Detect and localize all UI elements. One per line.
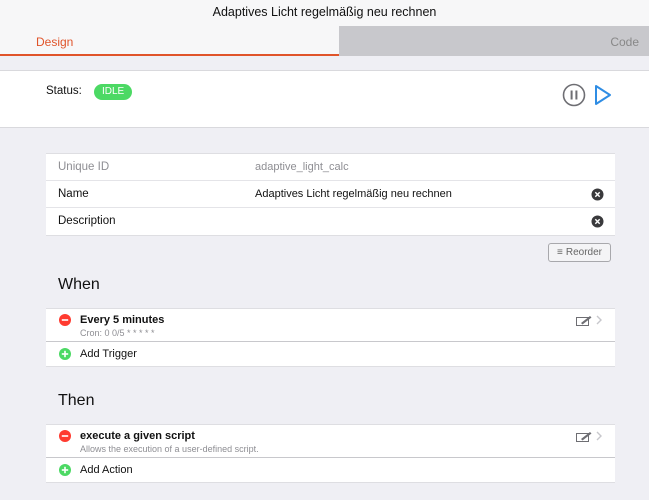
reorder-button[interactable]: ≡ Reorder	[548, 243, 611, 262]
edit-trigger-icon[interactable]	[576, 315, 592, 327]
action-item[interactable]: execute a given script Allows the execut…	[46, 425, 615, 458]
reorder-icon: ≡	[557, 247, 563, 258]
status-badge: IDLE	[94, 84, 133, 100]
clear-description-icon[interactable]	[591, 215, 604, 228]
tab-bar: Design Code	[0, 26, 649, 56]
reorder-label: Reorder	[565, 247, 602, 258]
chevron-right-icon[interactable]	[595, 314, 603, 326]
edit-action-icon[interactable]	[576, 431, 592, 443]
properties-panel: Unique ID adaptive_light_calc Name Adapt…	[46, 153, 615, 236]
chevron-right-icon[interactable]	[595, 430, 603, 442]
unique-id-label: Unique ID	[58, 161, 110, 173]
add-action-icon[interactable]	[59, 464, 71, 476]
trigger-subtitle: Cron: 0 0/5 * * * * *	[80, 328, 155, 338]
trigger-title: Every 5 minutes	[80, 314, 165, 326]
clear-name-icon[interactable]	[591, 188, 604, 201]
status-panel: Status: IDLE	[0, 70, 649, 128]
trigger-list: Every 5 minutes Cron: 0 0/5 * * * * * Ad…	[46, 308, 615, 367]
add-trigger-icon[interactable]	[59, 348, 71, 360]
action-list: execute a given script Allows the execut…	[46, 424, 615, 483]
tab-code[interactable]: Code	[339, 26, 649, 56]
play-icon[interactable]	[594, 84, 612, 106]
description-row: Description	[46, 208, 615, 235]
action-subtitle: Allows the execution of a user-defined s…	[80, 444, 259, 454]
trigger-item[interactable]: Every 5 minutes Cron: 0 0/5 * * * * *	[46, 309, 615, 342]
add-action-label: Add Action	[80, 464, 133, 476]
add-trigger-label: Add Trigger	[80, 348, 137, 360]
when-heading: When	[58, 276, 100, 293]
action-title: execute a given script	[80, 430, 195, 442]
window-title: Adaptives Licht regelmäßig neu rechnen	[212, 5, 437, 19]
unique-id-value: adaptive_light_calc	[255, 161, 349, 173]
add-action-row[interactable]: Add Action	[46, 458, 615, 482]
name-row: Name Adaptives Licht regelmäßig neu rech…	[46, 181, 615, 208]
name-field[interactable]: Adaptives Licht regelmäßig neu rechnen	[255, 188, 452, 200]
status-label: Status:	[46, 85, 82, 97]
description-label: Description	[58, 215, 116, 227]
tab-design[interactable]: Design	[0, 26, 339, 56]
unique-id-row: Unique ID adaptive_light_calc	[46, 154, 615, 181]
then-heading: Then	[58, 392, 95, 409]
remove-action-icon[interactable]	[59, 430, 71, 442]
remove-trigger-icon[interactable]	[59, 314, 71, 326]
add-trigger-row[interactable]: Add Trigger	[46, 342, 615, 366]
name-label: Name	[58, 188, 89, 200]
pause-icon[interactable]	[562, 83, 586, 107]
window-title-bar: Adaptives Licht regelmäßig neu rechnen	[0, 0, 649, 26]
